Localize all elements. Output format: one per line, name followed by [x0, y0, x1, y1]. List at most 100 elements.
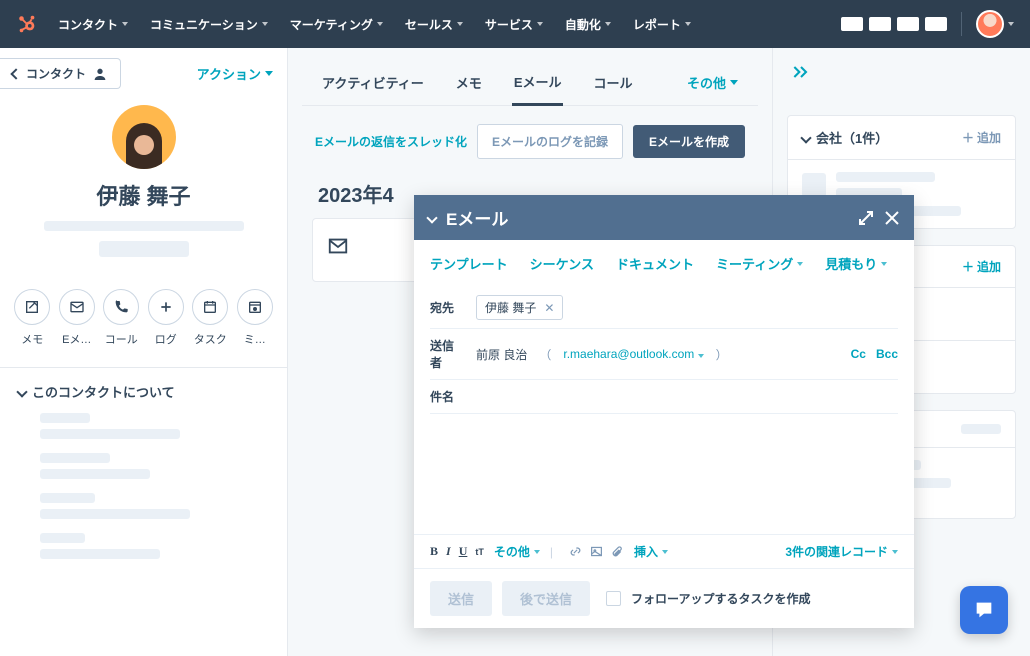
textsize-button[interactable]: tT — [475, 547, 484, 557]
log-email-button[interactable]: Eメールのログを記録 — [477, 124, 623, 159]
to-field-row: 宛先 伊藤 舞子✕ — [430, 287, 898, 329]
sequence-menu[interactable]: シーケンス — [530, 254, 594, 273]
tab-activity[interactable]: アクティビティー — [320, 63, 426, 104]
top-nav: コンタクト コミュニケーション マーケティング セールス サービス 自動化 レポ… — [0, 0, 1030, 48]
divider — [0, 367, 287, 368]
tab-calls[interactable]: コール — [591, 63, 634, 104]
compose-format-toolbar: B I U tT その他 | 挿入 3件の関連レコード — [414, 534, 914, 568]
nav-item-contacts[interactable]: コンタクト — [58, 16, 128, 33]
compose-email-panel: Eメール テンプレート シーケンス ドキュメント ミーティング 見積もり 宛先 … — [414, 195, 914, 628]
chat-icon — [973, 599, 995, 621]
chevron-down-icon — [1008, 22, 1014, 26]
nav-divider — [961, 12, 962, 36]
nav-item-marketing[interactable]: マーケティング — [290, 16, 383, 33]
hubspot-logo-icon — [16, 13, 38, 35]
subject-label: 件名 — [430, 388, 464, 405]
quick-actions: メモ Eメ… コール ログ タスク ミ… — [0, 289, 287, 347]
about-section-body — [0, 401, 287, 571]
compose-actions: 送信 後で送信 フォローアップするタスクを作成 — [414, 568, 914, 628]
document-menu[interactable]: ドキュメント — [616, 254, 694, 273]
quote-menu[interactable]: 見積もり — [825, 254, 887, 273]
related-records-dropdown[interactable]: 3件の関連レコード — [785, 543, 898, 560]
add-item-button[interactable]: ＋追加 — [962, 258, 1001, 275]
thread-replies-toggle[interactable]: Eメールの返信をスレッド化 — [315, 133, 467, 150]
format-other-dropdown[interactable]: その他 — [494, 543, 540, 560]
tab-other-dropdown[interactable]: その他 — [685, 63, 740, 104]
nav-item-automation[interactable]: 自動化 — [565, 16, 611, 33]
recipient-chip[interactable]: 伊藤 舞子✕ — [476, 295, 563, 320]
collapse-icon[interactable] — [426, 212, 437, 223]
contact-avatar[interactable] — [112, 105, 176, 169]
bcc-button[interactable]: Bcc — [876, 347, 898, 361]
actions-dropdown[interactable]: アクション — [197, 64, 273, 83]
from-field-row: 送信者 前原 良治 （r.maehara@outlook.com ） Cc Bc… — [430, 329, 898, 380]
send-later-button[interactable]: 後で送信 — [502, 581, 590, 616]
chat-widget-button[interactable] — [960, 586, 1008, 634]
send-button[interactable]: 送信 — [430, 581, 492, 616]
skeleton-line — [99, 241, 189, 257]
skeleton-line — [44, 221, 244, 231]
back-label: コンタクト — [26, 65, 86, 82]
sender-email-dropdown[interactable]: r.maehara@outlook.com — [563, 347, 703, 361]
person-icon — [92, 66, 108, 82]
remove-recipient-icon[interactable]: ✕ — [544, 301, 554, 315]
right-card-company-header[interactable]: 会社（1件） ＋追加 — [788, 116, 1015, 159]
from-label: 送信者 — [430, 337, 464, 371]
account-menu[interactable] — [976, 10, 1014, 38]
chevron-down-icon — [265, 71, 273, 76]
tab-notes[interactable]: メモ — [454, 63, 484, 104]
link-icon[interactable] — [569, 545, 582, 558]
nav-menu: コンタクト コミュニケーション マーケティング セールス サービス 自動化 レポ… — [58, 16, 841, 33]
tab-email[interactable]: Eメール — [512, 62, 564, 106]
chevron-down-icon — [16, 386, 27, 397]
cc-button[interactable]: Cc — [851, 347, 866, 361]
back-to-contacts-button[interactable]: コンタクト — [0, 58, 121, 89]
nav-util-4[interactable] — [925, 17, 947, 31]
contact-profile: 伊藤 舞子 — [0, 99, 287, 267]
task-button[interactable] — [192, 289, 228, 325]
compose-title: Eメール — [446, 205, 508, 230]
contact-name: 伊藤 舞子 — [96, 179, 190, 211]
underline-button[interactable]: U — [459, 544, 468, 559]
nav-item-sales[interactable]: セールス — [405, 16, 463, 33]
bold-button[interactable]: B — [430, 544, 438, 559]
nav-util-2[interactable] — [869, 17, 891, 31]
note-button[interactable] — [14, 289, 50, 325]
to-label: 宛先 — [430, 299, 464, 316]
followup-label: フォローアップするタスクを作成 — [631, 590, 811, 607]
insert-dropdown[interactable]: 挿入 — [634, 543, 668, 560]
compose-header: Eメール — [414, 195, 914, 240]
followup-checkbox[interactable] — [606, 591, 621, 606]
nav-item-service[interactable]: サービス — [485, 16, 543, 33]
log-button[interactable] — [148, 289, 184, 325]
meeting-menu[interactable]: ミーティング — [716, 254, 803, 273]
nav-util-3[interactable] — [897, 17, 919, 31]
chevron-down-icon — [800, 132, 811, 143]
left-panel: コンタクト アクション 伊藤 舞子 メモ Eメ… コール ログ タスク ミ… こ… — [0, 48, 288, 656]
compose-email-button[interactable]: Eメールを作成 — [633, 125, 745, 158]
email-button[interactable] — [59, 289, 95, 325]
subject-field-row[interactable]: 件名 — [430, 380, 898, 414]
email-body-editor[interactable] — [430, 414, 898, 534]
chevron-left-icon — [10, 68, 21, 79]
image-icon[interactable] — [590, 545, 603, 558]
about-section-toggle[interactable]: このコンタクトについて — [0, 382, 287, 401]
meeting-button[interactable] — [237, 289, 273, 325]
nav-item-communications[interactable]: コミュニケーション — [150, 16, 268, 33]
call-button[interactable] — [103, 289, 139, 325]
user-avatar-icon — [976, 10, 1004, 38]
nav-util-1[interactable] — [841, 17, 863, 31]
attachment-icon[interactable] — [611, 545, 624, 558]
nav-item-reports[interactable]: レポート — [633, 16, 691, 33]
compose-menu-bar: テンプレート シーケンス ドキュメント ミーティング 見積もり — [414, 240, 914, 279]
nav-utility-icons — [841, 17, 947, 31]
sender-name: 前原 良治 — [476, 346, 527, 363]
activity-tabs: アクティビティー メモ Eメール コール その他 — [302, 48, 758, 106]
italic-button[interactable]: I — [446, 544, 451, 559]
template-menu[interactable]: テンプレート — [430, 254, 508, 273]
expand-icon[interactable] — [858, 210, 874, 226]
close-icon[interactable] — [884, 210, 900, 226]
chevron-down-icon — [730, 80, 738, 85]
add-company-button[interactable]: ＋追加 — [962, 129, 1001, 146]
expand-panel-icon[interactable] — [791, 64, 811, 80]
